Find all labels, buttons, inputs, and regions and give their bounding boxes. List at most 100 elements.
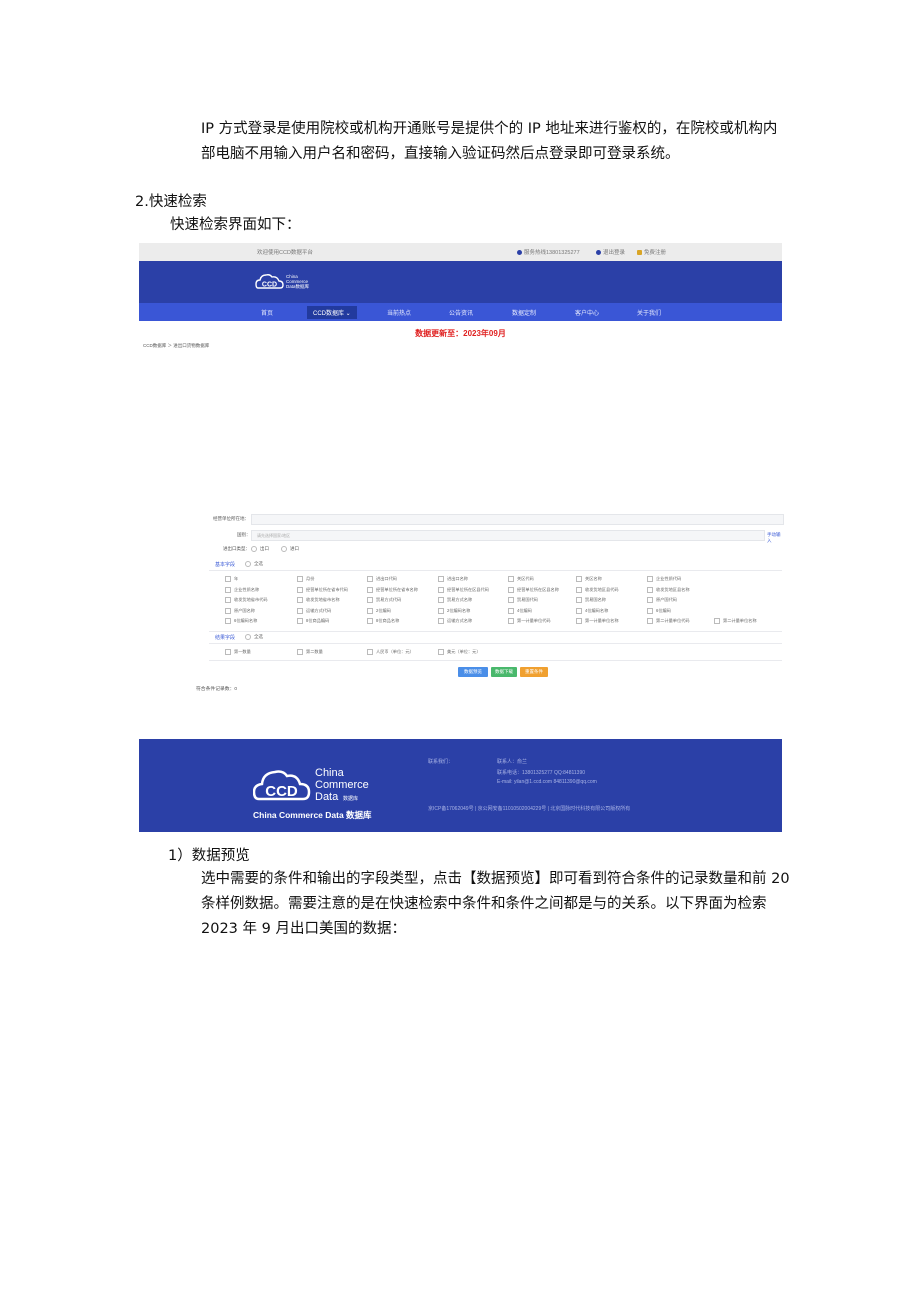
field-checkbox[interactable]: 收发货地区县名称 xyxy=(647,586,690,593)
field-checkbox[interactable]: 原产国名称 xyxy=(225,607,255,614)
ccd-logo-small[interactable]: CCD China Commerce Data数据库 xyxy=(255,270,317,292)
register-icon xyxy=(637,249,642,255)
field-checkbox[interactable]: 8位商品名称 xyxy=(367,618,399,624)
field-label: 2位编码名称 xyxy=(447,607,471,613)
field-checkbox[interactable]: 进出口名称 xyxy=(438,576,468,582)
field-checkbox[interactable]: 经营单位所在省市代码 xyxy=(297,586,348,593)
radio-icon xyxy=(251,546,257,552)
field-checkbox[interactable]: 第二计量单位名称 xyxy=(714,618,757,624)
field-checkbox[interactable]: 经营单位所在省市名称 xyxy=(367,586,418,593)
checkbox-icon xyxy=(714,618,720,624)
checkbox-icon xyxy=(438,618,444,624)
field-label: 企业性质名称 xyxy=(234,586,260,592)
reset-conditions-button[interactable]: 重置条件 xyxy=(520,667,548,677)
checkbox-icon xyxy=(508,586,514,593)
register-link[interactable]: 免费注册 xyxy=(637,248,666,256)
checkbox-icon xyxy=(576,607,582,614)
field-checkbox[interactable]: 关区名称 xyxy=(576,576,602,582)
field-checkbox[interactable]: 8位商品编码 xyxy=(297,618,329,624)
footer-icp: 京ICP备17062049号 | 京公网安备11010502004229号 | … xyxy=(428,806,631,812)
nav-item-customer-center[interactable]: 客户中心 xyxy=(575,308,599,317)
field-checkbox[interactable]: 经营单位所在区县代码 xyxy=(438,586,489,593)
field-checkbox[interactable]: 企业性质名称 xyxy=(225,586,260,593)
basic-select-all[interactable]: 全选 xyxy=(245,561,263,567)
result-field-checkbox[interactable]: 美元（单位：元） xyxy=(438,649,481,655)
checkbox-icon xyxy=(438,576,444,582)
data-download-button[interactable]: 数据下载 xyxy=(491,667,517,677)
field-checkbox[interactable]: 贸易方式代码 xyxy=(367,597,401,603)
checkbox-icon xyxy=(576,618,582,624)
field-checkbox[interactable]: 企业性质代码 xyxy=(647,576,681,582)
header-banner xyxy=(139,261,782,303)
checkbox-icon xyxy=(297,576,303,582)
nav-item-hot-topics[interactable]: 当前热点 xyxy=(387,308,411,317)
result-select-all[interactable]: 全选 xyxy=(245,634,263,640)
field-checkbox[interactable]: 贸易方式名称 xyxy=(438,597,472,603)
logo-mark: CCD xyxy=(262,282,277,289)
checkbox-icon xyxy=(576,597,582,603)
basic-fields-title: 基本字段 xyxy=(215,562,236,568)
field-checkbox[interactable]: 4位编码名称 xyxy=(576,607,608,614)
direction-export-label: 出口 xyxy=(260,546,269,552)
manual-input-link[interactable]: 手动输入 xyxy=(767,532,782,544)
field-checkbox[interactable]: 年 xyxy=(225,576,238,582)
field-checkbox[interactable]: 收发货地省市名称 xyxy=(297,597,340,603)
nav-item-about[interactable]: 关于我们 xyxy=(637,308,661,317)
field-checkbox[interactable]: 关区代码 xyxy=(508,576,534,582)
footer-logo-line-2: Commerce xyxy=(315,779,369,791)
unit-location-input[interactable] xyxy=(251,514,784,525)
field-label: 原产国代码 xyxy=(656,597,677,603)
field-label: 收发货地区县名称 xyxy=(656,586,690,592)
field-checkbox[interactable]: 经营单位所在区县名称 xyxy=(508,586,559,593)
field-checkbox[interactable]: 进出口代码 xyxy=(367,576,397,582)
checkbox-icon xyxy=(647,618,653,624)
field-checkbox[interactable]: 2位编码名称 xyxy=(438,607,471,614)
section-divider xyxy=(209,631,782,632)
user-icon xyxy=(596,249,601,255)
field-checkbox[interactable]: 6位编码名称 xyxy=(225,618,257,624)
field-checkbox[interactable]: 第二计量单位代码 xyxy=(647,618,690,624)
nav-item-ccd-database[interactable]: CCD数据库 ⌄ xyxy=(307,306,357,319)
main-nav: 首页 CCD数据库 ⌄ 当前热点 公告资讯 数据定制 客户中心 关于我们 xyxy=(139,303,782,321)
section-divider xyxy=(209,570,782,571)
nav-item-ccd-label: CCD数据库 xyxy=(313,311,344,317)
result-field-checkbox[interactable]: 人民币（单位：元） xyxy=(367,649,414,655)
checkbox-icon xyxy=(297,618,303,624)
field-checkbox[interactable]: 6位编码 xyxy=(647,607,671,614)
data-preview-heading: 1）数据预览 xyxy=(168,848,250,864)
data-preview-button[interactable]: 数据预览 xyxy=(458,667,488,677)
nav-item-news[interactable]: 公告资讯 xyxy=(449,308,473,317)
field-checkbox[interactable]: 运输方式名称 xyxy=(438,618,472,624)
field-checkbox[interactable]: 2位编码 xyxy=(367,607,391,614)
field-checkbox[interactable]: 运输方式代码 xyxy=(297,607,331,614)
direction-import[interactable]: 进口 xyxy=(281,546,299,552)
field-checkbox[interactable]: 第一计量单位名称 xyxy=(576,618,619,624)
field-label: 8位商品编码 xyxy=(306,618,330,624)
nav-item-custom-data[interactable]: 数据定制 xyxy=(512,308,536,317)
direction-export[interactable]: 出口 xyxy=(251,546,269,552)
checkbox-icon xyxy=(297,597,303,603)
field-label: 贸易方式代码 xyxy=(376,597,402,603)
field-checkbox[interactable]: 原产国代码 xyxy=(647,597,677,603)
breadcrumb: CCD数据库 ＞ 进出口货物数据库 xyxy=(143,343,210,348)
field-checkbox[interactable]: 贸易国名称 xyxy=(576,597,606,603)
nav-item-home[interactable]: 首页 xyxy=(261,308,273,317)
field-checkbox[interactable]: 第一计量单位代码 xyxy=(508,618,551,624)
checkbox-icon xyxy=(508,607,514,614)
logout-link[interactable]: 退出登录 xyxy=(596,248,625,256)
field-checkbox[interactable]: 贸易国代码 xyxy=(508,597,538,603)
field-label: 6位编码 xyxy=(656,607,671,613)
checkbox-icon xyxy=(367,607,373,614)
result-field-checkbox[interactable]: 第二数量 xyxy=(297,649,323,655)
radio-icon xyxy=(245,634,251,640)
country-input[interactable] xyxy=(251,530,765,541)
field-checkbox[interactable]: 4位编码 xyxy=(508,607,532,614)
result-field-label: 第二数量 xyxy=(306,649,323,655)
field-checkbox[interactable]: 收发货地区县代码 xyxy=(576,586,619,593)
field-checkbox[interactable]: 收发货地省市代码 xyxy=(225,597,268,603)
result-field-checkbox[interactable]: 第一数量 xyxy=(225,649,251,655)
field-label: 贸易国代码 xyxy=(517,597,538,603)
field-label: 经营单位所在省市名称 xyxy=(376,586,418,592)
field-checkbox[interactable]: 月份 xyxy=(297,576,314,582)
data-preview-paragraph: 选中需要的条件和输出的字段类型，点击【数据预览】即可看到符合条件的记录数量和前 … xyxy=(201,871,790,937)
